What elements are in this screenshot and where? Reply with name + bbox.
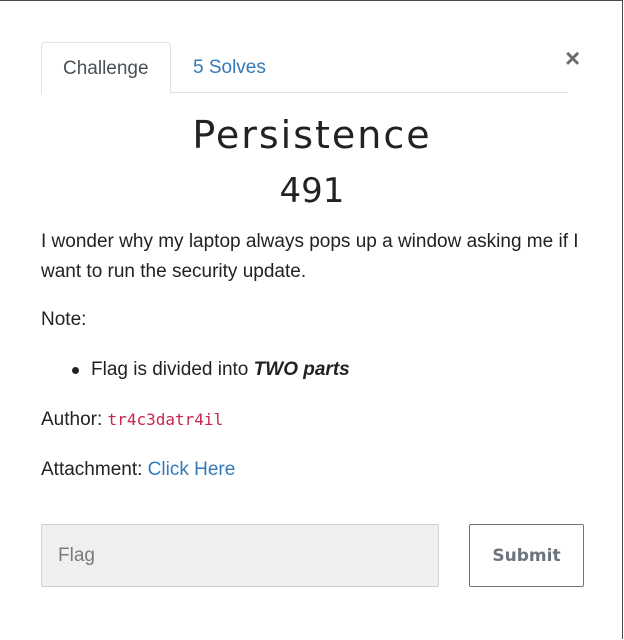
submit-button[interactable]: Submit xyxy=(469,524,584,587)
flag-input[interactable] xyxy=(41,524,439,587)
challenge-tabs: Challenge 5 Solves xyxy=(41,42,568,94)
attachment-link[interactable]: Click Here xyxy=(148,459,236,480)
challenge-title: Persistence xyxy=(192,113,432,157)
note-item-emphasis: TWO parts xyxy=(253,359,350,380)
tab-challenge[interactable]: Challenge xyxy=(41,42,171,94)
bullet-icon xyxy=(72,367,79,374)
challenge-description: I wonder why my laptop always pops up a … xyxy=(41,231,579,282)
challenge-modal: × Challenge 5 Solves Persistence 491 I w… xyxy=(0,0,623,639)
challenge-value: 491 xyxy=(279,171,345,211)
author-name: tr4c3datr4il xyxy=(107,410,224,429)
tab-solves[interactable]: 5 Solves xyxy=(172,42,287,93)
author-line: Author: tr4c3datr4il xyxy=(41,407,223,433)
note-item-text: Flag is divided into xyxy=(91,359,254,380)
attachment-label: Attachment: xyxy=(41,459,148,480)
attachment-line: Attachment: Click Here xyxy=(41,457,235,483)
note-label: Note: xyxy=(41,309,87,330)
list-item: Flag is divided into TWO parts xyxy=(72,357,350,383)
author-label: Author: xyxy=(41,409,108,430)
note-list: Flag is divided into TWO parts xyxy=(72,357,350,383)
